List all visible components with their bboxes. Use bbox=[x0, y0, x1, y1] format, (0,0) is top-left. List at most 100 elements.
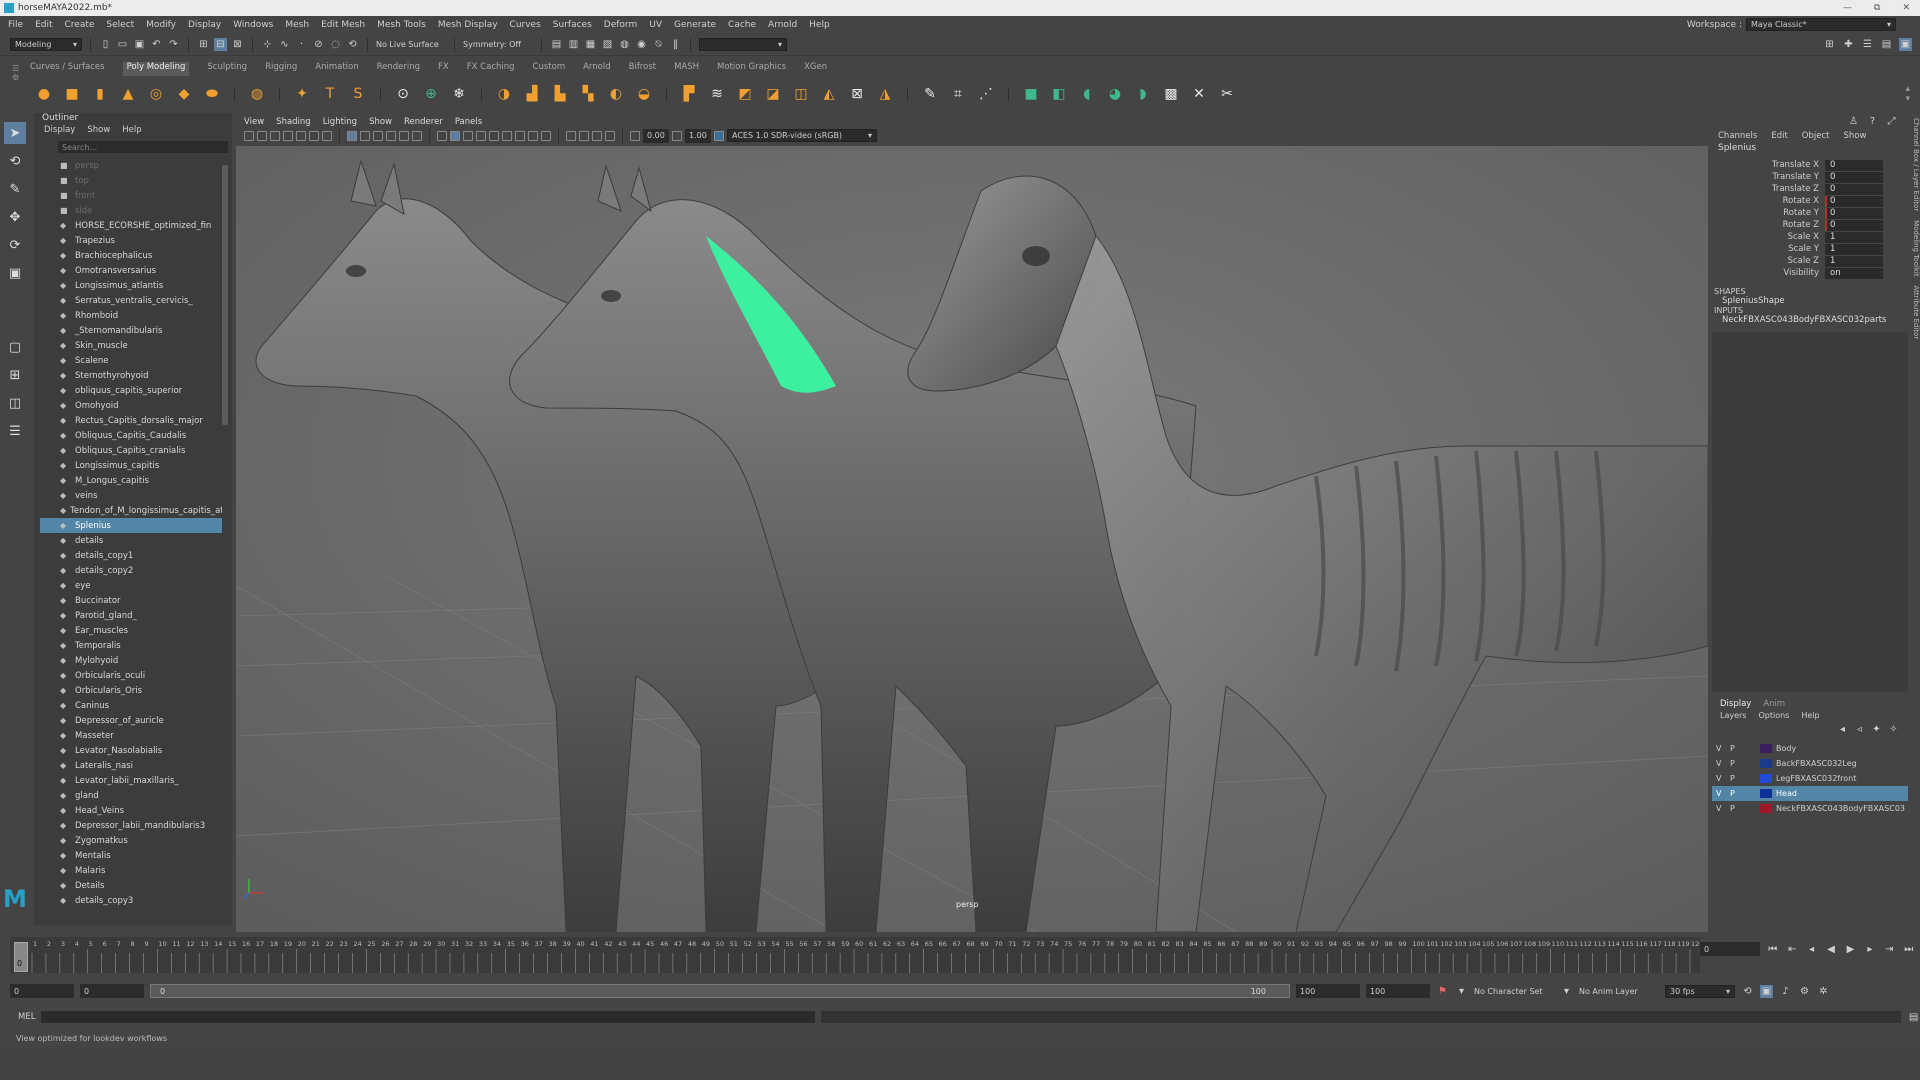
cut-uv-icon[interactable]: ✂ bbox=[1217, 84, 1237, 104]
character-set-icon[interactable]: ▾ bbox=[1455, 985, 1468, 998]
play-forward-icon[interactable]: ▶ bbox=[1844, 943, 1856, 956]
exposure-field[interactable]: 0.00 bbox=[643, 128, 669, 143]
channel-value-field[interactable]: 1 bbox=[1825, 255, 1883, 267]
move-layer-down-icon[interactable]: ◃ bbox=[1853, 723, 1866, 736]
outliner-item[interactable]: ◆ M_Longus_capitis bbox=[40, 473, 222, 488]
camera-lock-icon[interactable] bbox=[257, 130, 267, 141]
playback-start-field[interactable]: 0 bbox=[80, 984, 144, 998]
shelf-options-icon[interactable]: ☰ ⚙ bbox=[12, 64, 22, 98]
cache-playback-icon[interactable]: ▣ bbox=[1760, 984, 1773, 998]
channel-menu-edit[interactable]: Edit bbox=[1771, 131, 1787, 143]
channel-label[interactable]: Scale Z bbox=[1712, 256, 1825, 266]
mirror-icon[interactable]: ⊙ bbox=[393, 84, 413, 104]
layer-row[interactable]: V P Head bbox=[1712, 786, 1908, 801]
render-frame-icon[interactable]: ▤ bbox=[550, 38, 563, 51]
outliner-item[interactable]: ◆ Tendon_of_M_longissimus_capitis_at bbox=[40, 503, 222, 518]
outliner-item[interactable]: ◆ Mylohyoid bbox=[40, 653, 222, 668]
snap-point-icon[interactable]: · bbox=[295, 38, 308, 51]
layer-color-swatch[interactable] bbox=[1760, 789, 1772, 798]
menu-mesh-display[interactable]: Mesh Display bbox=[438, 20, 498, 30]
svg-icon[interactable]: S bbox=[348, 84, 368, 104]
outliner-item[interactable]: ◆ Malaris bbox=[40, 863, 222, 878]
outliner-item[interactable]: ◆ Rectus_Capitis_dorsalis_major bbox=[40, 413, 222, 428]
snap-grid-icon[interactable]: ⊹ bbox=[261, 38, 274, 51]
center-pivot-icon[interactable]: ⊕ bbox=[421, 84, 441, 104]
undo-icon[interactable]: ↶ bbox=[150, 38, 163, 51]
film-gate-icon[interactable] bbox=[360, 130, 370, 141]
outliner-menu-show[interactable]: Show bbox=[87, 125, 110, 137]
channel-label[interactable]: Rotate X bbox=[1712, 196, 1825, 206]
step-forward-frame-icon[interactable]: ▸ bbox=[1864, 943, 1876, 956]
new-layer-selected-icon[interactable]: ✧ bbox=[1887, 723, 1900, 736]
outliner-item[interactable]: ◆ HORSE_ECORSHE_optimized_fin bbox=[40, 218, 222, 233]
outliner-item[interactable]: ◆ Temporalis bbox=[40, 638, 222, 653]
extrude-icon[interactable]: ▛ bbox=[679, 84, 699, 104]
outliner-item[interactable]: ◆ gland bbox=[40, 788, 222, 803]
outliner-item[interactable]: ◆ Head_Veins bbox=[40, 803, 222, 818]
cylindrical-map-icon[interactable]: ◖ bbox=[1077, 84, 1097, 104]
gamma-icon[interactable] bbox=[672, 130, 682, 141]
channel-value-field[interactable]: 0 bbox=[1825, 183, 1883, 195]
script-editor-icon[interactable]: ▤ bbox=[1907, 1011, 1920, 1024]
camera-select-icon[interactable] bbox=[244, 130, 254, 141]
go-to-start-icon[interactable]: ⏮ bbox=[1767, 943, 1779, 956]
step-forward-key-icon[interactable]: ⇥ bbox=[1883, 943, 1895, 956]
poly-torus-icon[interactable]: ◎ bbox=[146, 84, 166, 104]
bevel-icon[interactable]: ◩ bbox=[735, 84, 755, 104]
outliner-item[interactable]: ◆ Sternothyrohyoid bbox=[40, 368, 222, 383]
channel-label[interactable]: Visibility bbox=[1712, 268, 1825, 278]
layer-color-swatch[interactable] bbox=[1760, 804, 1772, 813]
anim-layer-icon[interactable]: ▾ bbox=[1560, 985, 1573, 998]
renderer-dropdown[interactable]: ▾ bbox=[699, 38, 787, 51]
layer-row[interactable]: V P LegFBXASC032front bbox=[1712, 771, 1908, 786]
extract-icon[interactable]: ▙ bbox=[550, 84, 570, 104]
shelf-scroll-icon[interactable]: ▴ ▾ bbox=[1905, 84, 1910, 104]
outliner-item[interactable]: ◆ veins bbox=[40, 488, 222, 503]
outliner-item[interactable]: ◆ Scalene bbox=[40, 353, 222, 368]
menu-display[interactable]: Display bbox=[188, 20, 221, 30]
channel-object-name[interactable]: Splenius bbox=[1712, 143, 1908, 157]
anim-prefs-icon[interactable]: ⚙ bbox=[1798, 985, 1811, 998]
resolution-gate-icon[interactable] bbox=[373, 130, 383, 141]
playback-toggle[interactable]: P bbox=[1730, 774, 1740, 783]
grease-pencil-icon[interactable] bbox=[322, 130, 332, 141]
shelf-tab-rigging[interactable]: Rigging bbox=[265, 62, 297, 76]
combine-icon[interactable]: ◑ bbox=[494, 84, 514, 104]
playback-end-field[interactable]: 100 bbox=[1296, 984, 1360, 998]
outliner-item[interactable]: ■ side bbox=[40, 203, 222, 218]
character-set-dropdown[interactable]: No Character Set bbox=[1474, 987, 1554, 996]
shelf-tab-curves-surfaces[interactable]: Curves / Surfaces bbox=[30, 62, 105, 76]
select-tool-icon[interactable]: ➤ bbox=[4, 122, 26, 144]
outliner-item[interactable]: ◆ Rhomboid bbox=[40, 308, 222, 323]
outliner-item[interactable]: ◆ Buccinator bbox=[40, 593, 222, 608]
outliner-item[interactable]: ◆ Levator_labii_maxillaris_ bbox=[40, 773, 222, 788]
merge-icon[interactable]: ◭ bbox=[819, 84, 839, 104]
outliner-item[interactable]: ◆ Levator_Nasolabialis bbox=[40, 743, 222, 758]
restore-button[interactable]: ⧉ bbox=[1874, 3, 1880, 13]
menu-mesh-tools[interactable]: Mesh Tools bbox=[377, 20, 426, 30]
channel-label[interactable]: Rotate Z bbox=[1712, 220, 1825, 230]
outliner-item[interactable]: ◆ Orbicularis_oculi bbox=[40, 668, 222, 683]
channel-box-icon[interactable]: ▣ bbox=[1899, 38, 1912, 51]
channel-label[interactable]: Translate X bbox=[1712, 160, 1825, 170]
sweep-mesh-icon[interactable]: ✦ bbox=[292, 84, 312, 104]
screen-space-ao-icon[interactable] bbox=[515, 130, 525, 141]
outliner-item[interactable]: ◆ Omotransversarius bbox=[40, 263, 222, 278]
outliner-item[interactable]: ◆ Zygomatkus bbox=[40, 833, 222, 848]
shelf-tab-mash[interactable]: MASH bbox=[674, 62, 699, 76]
scale-tool-icon[interactable]: ▣ bbox=[4, 262, 26, 284]
playback-toggle[interactable]: P bbox=[1730, 804, 1740, 813]
snap-view-icon[interactable]: ⊘ bbox=[312, 38, 325, 51]
outliner-item[interactable]: ◆ Mentalis bbox=[40, 848, 222, 863]
field-chart-icon[interactable] bbox=[399, 130, 409, 141]
render-settings-icon[interactable]: ◍ bbox=[618, 38, 631, 51]
channel-menu-channels[interactable]: Channels bbox=[1718, 131, 1757, 143]
two-d-pan-icon[interactable] bbox=[309, 130, 319, 141]
time-slider[interactable]: 1 2 3 4 5 6 7 8 9 10 11 12 13 14 15 16 17 18 19 20 21 22 23 24 2… bbox=[10, 937, 1703, 973]
select-hierarchy-icon[interactable]: ⊞ bbox=[197, 38, 210, 51]
fill-hole-icon[interactable]: ◫ bbox=[791, 84, 811, 104]
poly-cube-icon[interactable]: ■ bbox=[62, 84, 82, 104]
shelf-tab-animation[interactable]: Animation bbox=[315, 62, 358, 76]
minimize-button[interactable]: — bbox=[1843, 3, 1852, 13]
bridge-icon[interactable]: ≋ bbox=[707, 84, 727, 104]
